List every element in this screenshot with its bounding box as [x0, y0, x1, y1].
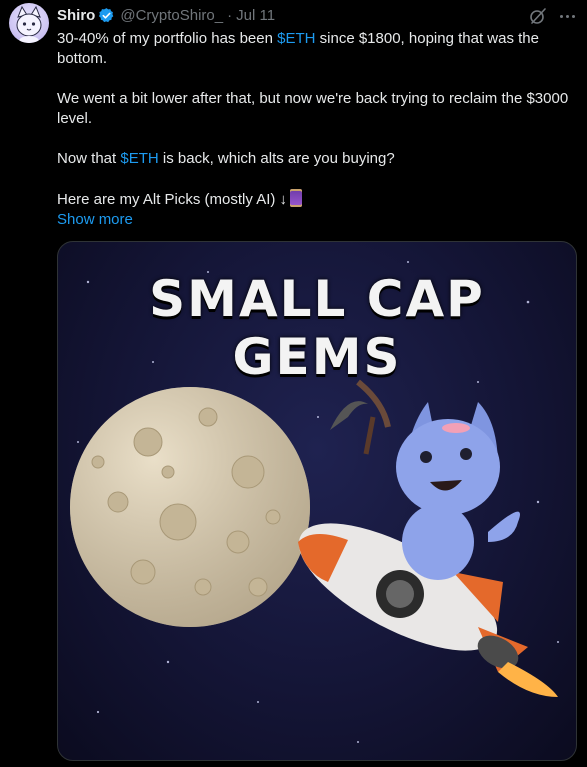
media-title-line-1: SMALL CAP	[149, 270, 485, 328]
tweet-paragraph-1: 30-40% of my portfolio has been $ETH sin…	[57, 30, 539, 67]
tweet-header: Shiro @CryptoShiro_ · Jul 11	[57, 5, 275, 25]
tweet-paragraph-2: We went a bit lower after that, but now …	[57, 90, 569, 127]
avatar[interactable]	[9, 3, 49, 43]
verified-badge-icon[interactable]	[98, 7, 115, 24]
cashtag-eth[interactable]: $ETH	[277, 30, 315, 47]
more-dot	[571, 14, 575, 18]
tweet-media-image[interactable]: SMALL CAP GEMS	[57, 241, 577, 761]
tweet-paragraph-3: Now that $ETH is back, which alts are yo…	[57, 150, 395, 167]
grok-icon[interactable]	[528, 6, 548, 26]
moon-icon	[70, 387, 310, 627]
separator-dot: ·	[227, 6, 233, 24]
tweet-text: 30-40% of my portfolio has been $ETH sin…	[57, 29, 577, 230]
cashtag-eth[interactable]: $ETH	[120, 150, 158, 167]
author-name[interactable]: Shiro	[57, 7, 95, 24]
author-handle[interactable]: @CryptoShiro_	[120, 7, 223, 24]
more-dot	[559, 14, 563, 18]
more-options-icon[interactable]	[556, 6, 578, 26]
tweet[interactable]: Shiro @CryptoShiro_ · Jul 11 30-40% of m…	[0, 0, 587, 767]
more-dot	[565, 14, 569, 18]
thread-spool-icon	[290, 189, 303, 207]
media-title-line-2: GEMS	[232, 328, 402, 386]
tweet-date[interactable]: Jul 11	[236, 7, 275, 24]
tweet-paragraph-4: Here are my Alt Picks (mostly AI) ↓	[57, 189, 577, 210]
cat-avatar-icon	[16, 5, 42, 43]
show-more-link[interactable]: Show more	[57, 210, 133, 230]
